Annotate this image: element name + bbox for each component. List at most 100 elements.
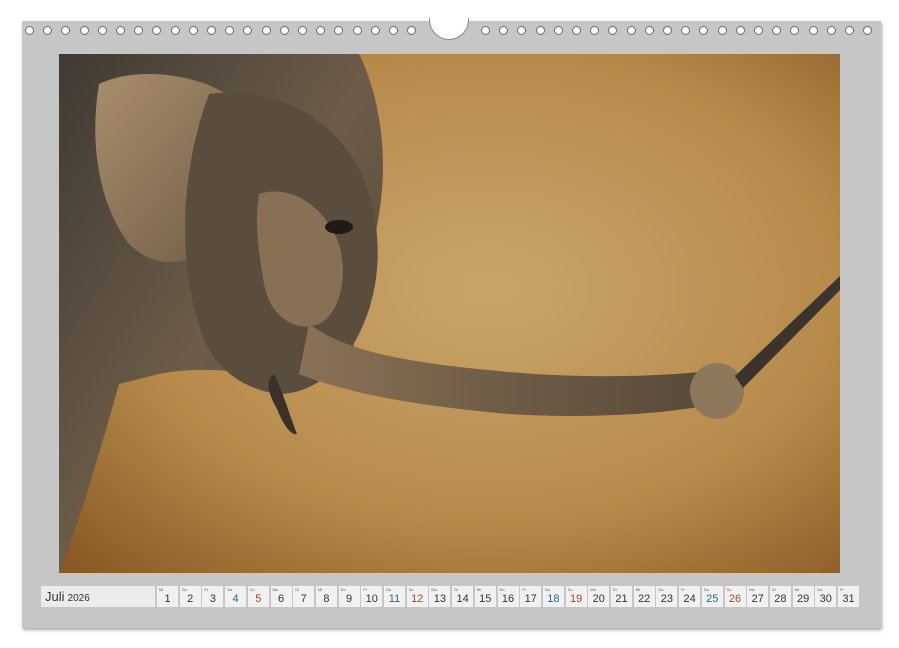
weekday-label: Fr <box>522 587 526 592</box>
day-cell: Do 16 <box>497 586 519 607</box>
binding-hole <box>499 26 509 35</box>
weekday-label: So <box>249 587 255 592</box>
day-number: 1 <box>164 593 171 605</box>
day-number: 26 <box>728 593 742 605</box>
weekday-label: Mi <box>159 587 164 592</box>
binding-hole <box>352 26 362 35</box>
weekday-label: Do <box>340 587 346 592</box>
day-cell: Sa 11 <box>384 586 405 607</box>
binding-hole <box>261 26 271 35</box>
binding-hole <box>316 26 326 35</box>
day-cell: Mo 13 <box>429 586 451 607</box>
weekday-label: Di <box>454 587 458 592</box>
binding-hole <box>243 26 253 35</box>
day-number: 11 <box>388 593 401 605</box>
binding-hole <box>79 26 89 35</box>
day-number: 8 <box>323 593 330 605</box>
day-cell: So 12 <box>406 586 428 607</box>
weekday-label: So <box>567 587 573 592</box>
day-cell: Mi 29 <box>792 586 814 607</box>
elephant-photo <box>59 54 840 573</box>
day-number: 3 <box>209 593 216 605</box>
weekday-label: Sa <box>544 587 550 592</box>
binding-hole <box>225 26 235 35</box>
binding-hole <box>188 26 198 35</box>
binding-hole <box>626 26 636 35</box>
day-cell: Di 14 <box>452 586 474 607</box>
binding-hole <box>389 26 398 35</box>
day-number: 18 <box>547 593 560 605</box>
day-cell: Mo 27 <box>747 586 769 607</box>
day-cell: So 5 <box>247 586 269 607</box>
month-name: Juli <box>45 589 65 604</box>
day-number: 12 <box>411 593 424 605</box>
binding-hole <box>61 26 71 35</box>
binding-hole <box>207 26 216 35</box>
binding-hole <box>553 26 563 35</box>
day-cell: Do 2 <box>179 586 201 607</box>
day-cell: Mo 6 <box>270 586 292 607</box>
day-number: 9 <box>346 593 353 605</box>
day-cell: Mi 22 <box>633 586 655 607</box>
calendar-page: Juli 2026 Mi 1 Do 2 Fr 3 Sa 4 So 5 Mo 6 Di 7 Mi 8 Do 9 Fr 10… <box>0 0 899 648</box>
day-number: 27 <box>751 593 764 605</box>
day-cell: Fr 24 <box>679 586 701 607</box>
weekday-label: Do <box>181 587 187 592</box>
day-number: 10 <box>365 593 378 605</box>
day-number: 23 <box>660 593 674 605</box>
day-number: 6 <box>277 593 285 605</box>
weekday-label: Di <box>771 587 776 592</box>
day-cell: So 26 <box>724 586 746 607</box>
weekday-label: Mi <box>476 587 482 592</box>
binding-hole <box>608 26 618 35</box>
month-label: Juli 2026 <box>41 586 155 607</box>
day-cell: Sa 4 <box>225 586 247 607</box>
binding-hole <box>754 26 763 35</box>
binding-hole <box>279 26 289 35</box>
weekday-label: Di <box>613 587 617 592</box>
binding-hole <box>826 26 836 35</box>
binding-hole <box>97 26 107 35</box>
weekday-label: Mo <box>590 587 596 592</box>
year-label: 2026 <box>67 593 90 604</box>
binding-hole <box>863 26 873 35</box>
weekday-label: Di <box>295 587 299 592</box>
day-number: 25 <box>706 593 719 605</box>
binding-hole <box>681 26 691 35</box>
weekday-label: Fr <box>681 587 685 592</box>
binding-hole <box>481 26 490 35</box>
day-number: 31 <box>842 593 855 605</box>
binding-hole <box>370 26 380 35</box>
weekday-label: Mo <box>272 587 279 592</box>
binding-hole <box>845 26 854 35</box>
day-number: 21 <box>615 593 628 605</box>
day-number: 5 <box>255 593 262 605</box>
weekday-label: Fr <box>840 587 844 592</box>
day-cell: Di 21 <box>611 586 632 607</box>
day-number: 22 <box>638 593 651 605</box>
binding-hole <box>170 26 180 35</box>
binding-hole <box>152 26 162 35</box>
binding-hole <box>735 26 745 35</box>
day-cell: Do 30 <box>815 586 837 607</box>
binding-hole <box>25 26 34 35</box>
day-cell: Sa 18 <box>542 586 564 607</box>
day-cell: Di 7 <box>293 586 315 607</box>
day-number: 14 <box>456 593 469 605</box>
day-number: 7 <box>300 593 307 605</box>
binding-hole <box>116 26 125 35</box>
day-cell: Fr 3 <box>202 586 224 607</box>
binding-hole <box>334 26 344 35</box>
day-cell: Mi 1 <box>157 586 178 607</box>
weekday-label: So <box>726 587 732 592</box>
binding-hole <box>590 26 600 35</box>
weekday-label: Fr <box>363 587 368 592</box>
weekday-label: Sa <box>703 587 709 592</box>
day-number: 2 <box>187 593 194 605</box>
weekday-label: Do <box>499 587 505 592</box>
day-cell: Di 28 <box>769 586 791 607</box>
binding-hole <box>808 26 818 35</box>
binding-hole <box>535 26 545 35</box>
day-number: 17 <box>524 593 537 605</box>
binding-hole <box>790 26 800 35</box>
